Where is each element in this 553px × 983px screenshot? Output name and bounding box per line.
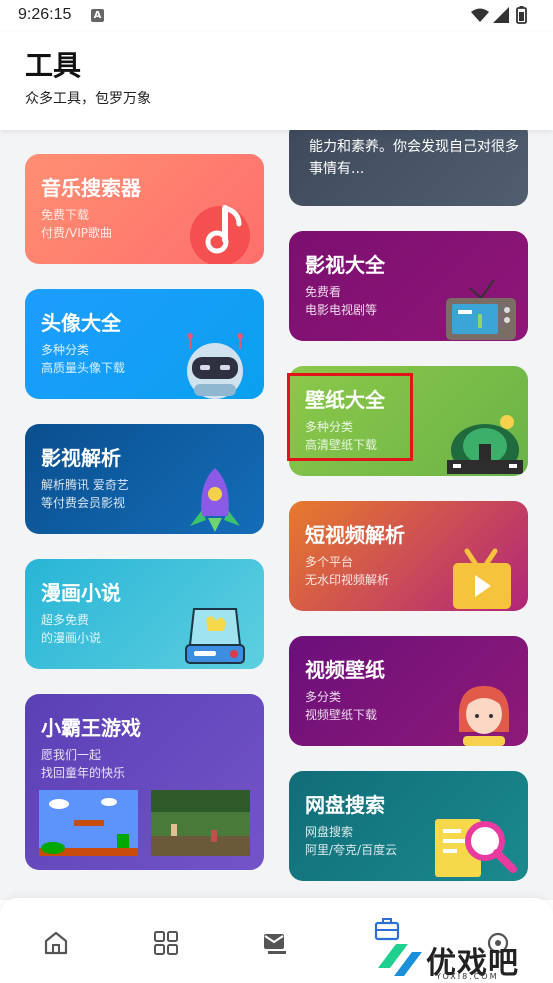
watermark-logo — [378, 944, 422, 976]
card-video-wallpaper[interactable]: 视频壁纸 多分类 视频壁纸下载 — [289, 636, 528, 746]
card-title: 小霸王游戏 — [41, 716, 141, 740]
card-fc-games[interactable]: 小霸王游戏 愿我们一起 找回童年的快乐 — [25, 694, 264, 870]
play-tv-icon — [453, 548, 511, 609]
card-avatar[interactable]: 头像大全 多种分类 高质量头像下载 — [25, 289, 264, 399]
message-icon[interactable] — [262, 930, 288, 956]
card-title: 音乐搜索器 — [41, 176, 141, 200]
status-icons — [471, 6, 527, 24]
girl-avatar-icon — [458, 686, 510, 746]
card-desc: 视频壁纸下载 — [305, 708, 378, 722]
page-header: 工具 众多工具，包罗万象 — [0, 32, 553, 130]
card-desc: 电影电视剧等 — [305, 303, 378, 317]
landscape-icon — [447, 415, 523, 474]
notification-a-icon: A — [91, 9, 104, 22]
card-title: 影视大全 — [305, 253, 385, 277]
card-desc: 网盘搜索 — [305, 825, 354, 839]
card-movies[interactable]: 影视大全 免费看 电影电视剧等 — [289, 231, 528, 341]
signal-icon — [493, 7, 509, 23]
card-title: 网盘搜索 — [305, 793, 385, 817]
card-music-search[interactable]: 音乐搜索器 免费下载 付费/VIP歌曲 — [25, 154, 264, 264]
drive-icon — [185, 608, 245, 664]
card-desc: 解析腾讯 爱奇艺 — [41, 478, 129, 492]
card-desc: 高质量头像下载 — [41, 361, 126, 375]
robot-icon — [187, 333, 243, 399]
wifi-icon — [471, 8, 489, 22]
music-note-icon — [190, 205, 250, 264]
apps-icon[interactable] — [153, 930, 179, 956]
page-title: 工具 — [25, 49, 82, 82]
card-desc: 多种分类 — [41, 343, 90, 357]
card-title: 影视解析 — [41, 446, 121, 470]
status-time: 9:26:15 — [18, 6, 72, 23]
search-doc-icon — [435, 819, 517, 877]
card-title: 漫画小说 — [41, 581, 121, 605]
card-video-parse[interactable]: 影视解析 解析腾讯 爱奇艺 等付费会员影视 — [25, 424, 264, 534]
tv-icon — [446, 279, 516, 340]
card-desc: 免费下载 — [41, 208, 90, 222]
card-desc: 多个平台 — [305, 555, 354, 569]
card-comic-novel[interactable]: 漫画小说 超多免费 的漫画小说 — [25, 559, 264, 669]
card-desc: 愿我们一起 — [41, 748, 102, 762]
page-subtitle: 众多工具，包罗万象 — [25, 91, 151, 107]
card-desc: 超多免费 — [41, 613, 90, 627]
card-article[interactable]: 这一天不断充实自己，提升自己的能力和素养。你会发现自己对很多事情有... — [289, 130, 528, 206]
card-desc: 的漫画小说 — [41, 631, 102, 645]
card-desc: 等付费会员影视 — [41, 496, 126, 510]
card-title: 头像大全 — [41, 311, 121, 335]
card-short-video[interactable]: 短视频解析 多个平台 无水印视频解析 — [289, 501, 528, 611]
mario-screen — [39, 790, 138, 856]
site-watermark: 优戏吧 YOXI8.COM — [374, 936, 550, 982]
card-desc: 阿里/夸克/百度云 — [305, 843, 398, 857]
card-title: 短视频解析 — [305, 523, 405, 547]
rocket-icon — [190, 468, 240, 532]
article-excerpt: 这一天不断充实自己，提升自己的能力和素养。你会发现自己对很多事情有... — [309, 130, 519, 177]
card-desc: 无水印视频解析 — [305, 573, 390, 587]
home-icon[interactable] — [43, 930, 69, 956]
card-title: 视频壁纸 — [305, 658, 385, 682]
card-desc: 找回童年的快乐 — [41, 766, 126, 780]
card-cloud-search[interactable]: 网盘搜索 网盘搜索 阿里/夸克/百度云 — [289, 771, 528, 881]
highlight-box — [287, 373, 413, 461]
status-bar: 9:26:15 A — [0, 0, 553, 32]
contra-screen — [151, 790, 250, 856]
card-desc: 多分类 — [305, 690, 342, 704]
watermark-sub: YOXI8.COM — [436, 972, 499, 981]
tools-grid: 音乐搜索器 免费下载 付费/VIP歌曲 头像大全 多种分类 高质量头像下载 影视… — [0, 130, 553, 900]
card-desc: 付费/VIP歌曲 — [41, 226, 113, 240]
card-desc: 免费看 — [305, 285, 342, 299]
